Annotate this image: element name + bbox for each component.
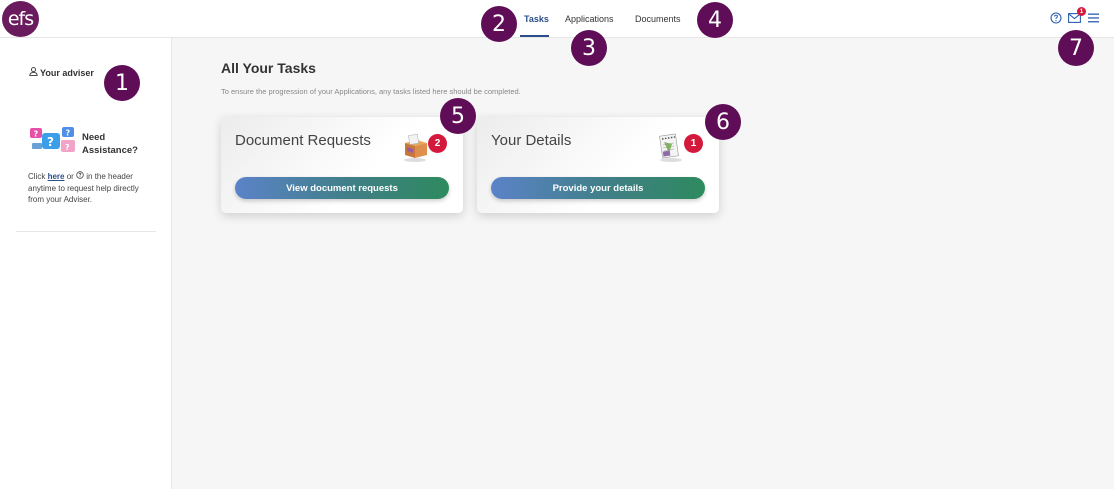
card-count-badge: 1 <box>684 134 703 153</box>
assist-description: Click here or in the header anytime to r… <box>28 171 143 206</box>
annotation-marker-5: 5 <box>440 98 476 134</box>
help-icon[interactable] <box>1049 11 1062 24</box>
annotation-marker-6: 6 <box>705 104 741 140</box>
sidebar: Your adviser ? ? ? ? Need Assistance? Cl… <box>0 38 172 489</box>
annotation-marker-3: 3 <box>571 30 607 66</box>
notepad-icon <box>655 131 687 163</box>
page-title: All Your Tasks <box>221 60 316 76</box>
annotation-marker-2: 2 <box>481 6 517 42</box>
assist-text-mid: or <box>64 172 77 181</box>
card-count-badge: 2 <box>428 134 447 153</box>
card-title: Document Requests <box>235 132 371 149</box>
annotation-marker-4: 4 <box>697 2 733 38</box>
card-title: Your Details <box>491 132 572 149</box>
user-icon <box>29 67 38 78</box>
card-document-requests: Document Requests 2 View document reques… <box>221 117 463 213</box>
card-your-details: Your Details 1 Provide your details <box>477 117 719 213</box>
active-tab-underline <box>520 35 549 37</box>
assist-title-line2: Assistance? <box>82 144 138 156</box>
mail-notification-badge: 1 <box>1077 7 1086 16</box>
svg-text:?: ? <box>34 130 39 139</box>
page-subtitle: To ensure the progression of your Applic… <box>221 87 521 96</box>
annotation-marker-7: 7 <box>1058 30 1094 66</box>
tab-tasks[interactable]: Tasks <box>524 14 549 24</box>
assist-here-link[interactable]: here <box>48 172 65 181</box>
your-adviser[interactable]: Your adviser <box>29 67 94 78</box>
question-bubbles-icon: ? ? ? ? <box>28 126 78 161</box>
menu-icon[interactable] <box>1087 11 1100 24</box>
mail-icon[interactable]: 1 <box>1068 7 1086 24</box>
annotation-marker-1: 1 <box>104 65 140 101</box>
efs-logo[interactable]: efs <box>2 1 39 37</box>
tab-documents[interactable]: Documents <box>635 14 681 24</box>
top-header: efs Tasks Applications Documents 1 <box>0 0 1114 38</box>
svg-text:?: ? <box>47 135 54 149</box>
inline-help-icon <box>76 171 84 181</box>
assist-title-line1: Need <box>82 131 106 143</box>
view-document-requests-button[interactable]: View document requests <box>235 177 449 199</box>
svg-text:?: ? <box>65 143 70 152</box>
svg-text:?: ? <box>66 129 71 138</box>
provide-your-details-button[interactable]: Provide your details <box>491 177 705 199</box>
header-actions: 1 <box>1049 7 1100 24</box>
sidebar-divider <box>16 231 156 232</box>
need-assistance-panel: ? ? ? ? Need Assistance? Click here or i… <box>28 126 158 206</box>
assist-text-pre: Click <box>28 172 48 181</box>
adviser-label: Your adviser <box>40 67 94 78</box>
tab-applications[interactable]: Applications <box>565 14 614 24</box>
documents-box-icon <box>399 131 431 163</box>
